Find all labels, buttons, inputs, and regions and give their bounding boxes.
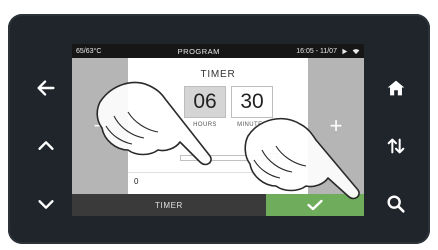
chevron-up-icon	[38, 141, 54, 150]
bottom-bar: TIMER	[72, 194, 364, 216]
home-icon	[387, 80, 405, 96]
timer-heading: TIMER	[200, 69, 236, 80]
plus-icon: +	[329, 113, 343, 138]
sort-arrows-icon	[387, 138, 405, 154]
timer-slider-handle[interactable]	[270, 153, 278, 162]
touch-screen: 65/63°C PROGRAM 16:05 - 11/07 − TIMER 06…	[72, 44, 364, 216]
hours-label: HOURS	[193, 122, 217, 128]
search-icon	[387, 195, 405, 213]
back-button[interactable]	[30, 72, 62, 104]
timer-editor: TIMER 06 30 HOURS MINUTES 0	[128, 58, 308, 194]
wifi-icon	[352, 48, 360, 54]
minus-icon: −	[93, 113, 107, 138]
minutes-label: MINUTES	[237, 122, 267, 128]
sort-button[interactable]	[380, 130, 412, 162]
minutes-field[interactable]: 30	[231, 86, 273, 118]
play-icon	[342, 48, 348, 54]
status-right: 16:05 - 11/07	[296, 48, 360, 55]
decrease-button[interactable]: −	[72, 58, 128, 194]
tab-timer[interactable]: TIMER	[72, 194, 266, 216]
confirm-button[interactable]	[266, 194, 364, 216]
status-bar: 65/63°C PROGRAM 16:05 - 11/07	[72, 44, 364, 58]
timer-slider-track[interactable]	[180, 155, 264, 161]
up-button[interactable]	[30, 130, 62, 162]
arrow-left-icon	[37, 80, 55, 96]
value-input[interactable]: 0	[128, 172, 308, 190]
down-button[interactable]	[30, 188, 62, 220]
increase-button[interactable]: +	[308, 58, 364, 194]
check-icon	[307, 199, 323, 211]
hours-field[interactable]: 06	[184, 86, 226, 118]
datetime-readout: 16:05 - 11/07	[296, 47, 337, 55]
search-button[interactable]	[380, 188, 412, 220]
screen-title: PROGRAM	[177, 46, 220, 56]
chevron-down-icon	[38, 200, 54, 209]
temperature-readout: 65/63°C	[76, 47, 102, 55]
home-button[interactable]	[380, 72, 412, 104]
